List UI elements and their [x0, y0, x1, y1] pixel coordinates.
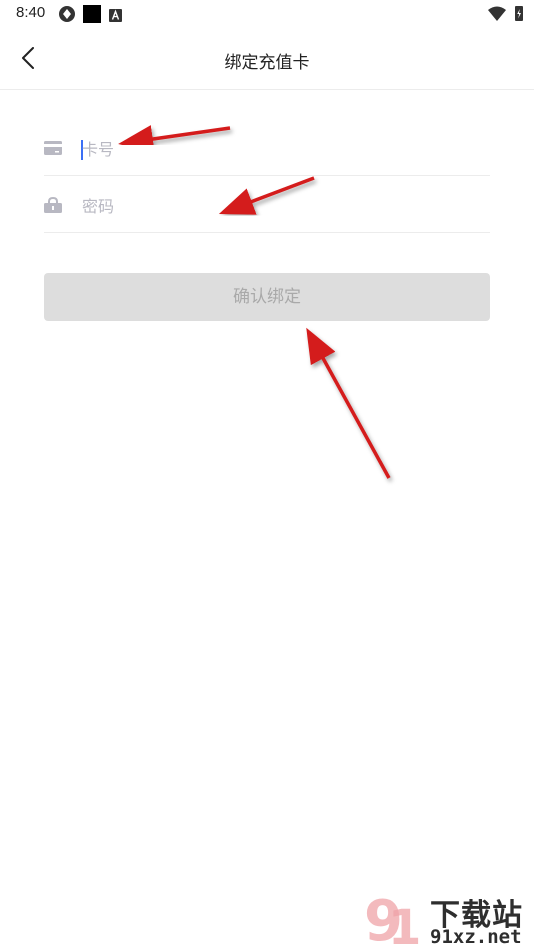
card-icon — [44, 139, 62, 157]
status-right-icons — [486, 4, 526, 28]
vpn-icon — [58, 5, 76, 27]
watermark-logo: 9 1 下载站 91xz.net — [364, 888, 534, 950]
password-input[interactable] — [82, 191, 482, 221]
card-number-input[interactable] — [82, 134, 482, 164]
svg-text:1: 1 — [388, 900, 421, 950]
confirm-bind-button[interactable]: 确认绑定 — [44, 273, 490, 321]
wifi-battery-icons — [488, 6, 523, 21]
status-bar: 8:40 — [0, 0, 534, 28]
password-row — [44, 177, 490, 233]
watermark-text-bottom: 91xz.net — [430, 926, 522, 948]
arrow-to-confirm-button — [306, 327, 391, 479]
card-number-row — [44, 120, 490, 176]
black-square-icon — [83, 5, 101, 27]
page-title: 绑定充值卡 — [224, 53, 310, 73]
a-badge-icon — [109, 7, 122, 26]
lock-icon — [44, 196, 62, 214]
status-time: 8:40 — [16, 4, 46, 21]
app-header: 绑定充值卡 — [0, 28, 534, 90]
wifi-icon — [488, 6, 506, 21]
